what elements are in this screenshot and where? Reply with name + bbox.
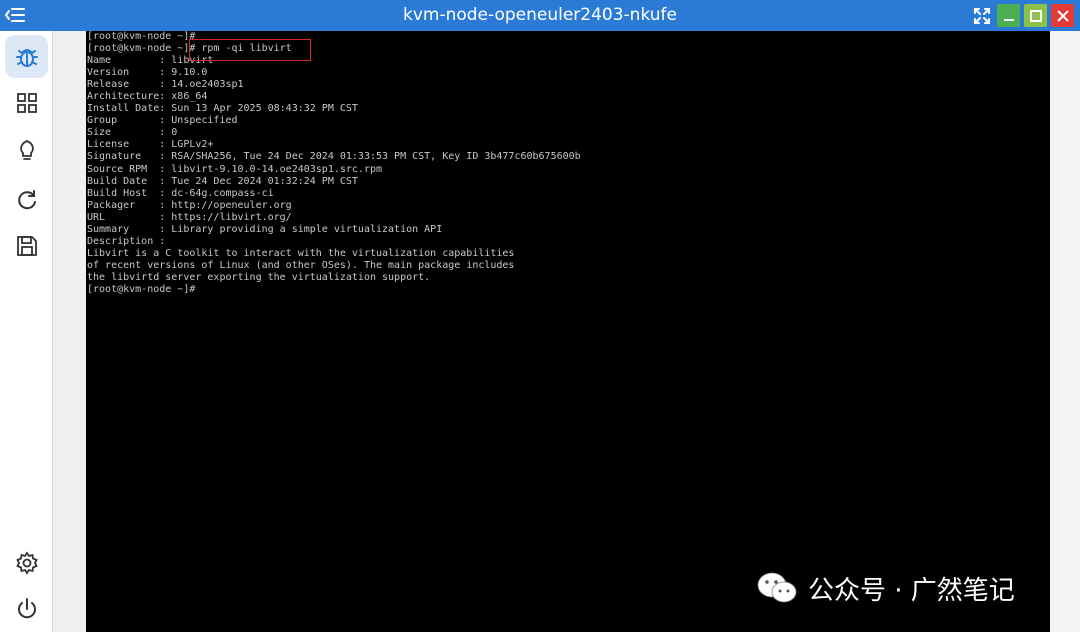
sidebar-item-apps[interactable]	[5, 81, 48, 124]
maximize-button[interactable]	[1024, 4, 1047, 27]
terminal-line: License : LGPLv2+	[87, 139, 214, 151]
terminal-line: [root@kvm-node ~]#	[87, 31, 196, 42]
terminal-line: Group : Unspecified	[87, 115, 238, 127]
terminal-line: Packager : http://openeuler.org	[87, 199, 292, 211]
terminal-line: Install Date: Sun 13 Apr 2025 08:43:32 P…	[87, 103, 358, 115]
bug-icon	[15, 48, 38, 67]
maximize-icon	[1029, 9, 1042, 22]
sidebar-item-power[interactable]	[5, 587, 48, 630]
command-highlight-box	[189, 39, 311, 61]
close-icon	[1056, 9, 1069, 22]
terminal-line: Release : 14.oe2403sp1	[87, 79, 244, 91]
window-controls	[970, 4, 1074, 27]
save-icon	[16, 235, 37, 256]
terminal-line: Name : libvirt	[87, 55, 214, 67]
terminal-screen[interactable]: [root@kvm-node ~]# [root@kvm-node ~]# rpm…	[86, 31, 1050, 632]
grid-icon	[16, 92, 37, 113]
minimize-button[interactable]	[997, 4, 1020, 27]
terminal-line: URL : https://libvirt.org/	[87, 211, 292, 223]
terminal-line: of recent versions of Linux (and other O…	[87, 259, 515, 271]
sidebar	[0, 31, 53, 632]
refresh-icon	[17, 189, 36, 209]
terminal-line: Version : 9.10.0	[87, 67, 208, 79]
sidebar-item-settings[interactable]	[5, 541, 48, 584]
fullscreen-icon	[973, 7, 990, 24]
terminal-line: the libvirtd server exporting the virtua…	[87, 271, 431, 283]
fullscreen-button[interactable]	[970, 4, 993, 27]
terminal-output: [root@kvm-node ~]# [root@kvm-node ~]# rpm…	[87, 31, 581, 296]
terminal-line: Build Host : dc-64g.compass-ci	[87, 187, 274, 199]
sidebar-item-save[interactable]	[5, 224, 48, 267]
close-button[interactable]	[1051, 4, 1074, 27]
terminal-line: Summary : Library providing a simple vir…	[87, 223, 443, 235]
wechat-icon	[757, 572, 797, 603]
lightbulb-icon	[19, 139, 34, 160]
minimize-icon	[1003, 18, 1014, 21]
terminal-line: Size : 0	[87, 127, 178, 139]
terminal-line: Source RPM : libvirt-9.10.0-14.oe2403sp1…	[87, 163, 383, 175]
terminal-line: Description :	[87, 235, 166, 247]
terminal-line: Libvirt is a C toolkit to interact with …	[87, 247, 515, 259]
title-bar: kvm-node-openeuler2403-nkufe	[0, 0, 1080, 31]
right-margin	[1050, 31, 1080, 632]
sidebar-item-debug[interactable]	[5, 35, 48, 78]
watermark-text: 公众号 · 广然笔记	[808, 575, 1015, 606]
terminal-line: Architecture: x86_64	[87, 91, 208, 103]
sidebar-item-refresh[interactable]	[5, 178, 48, 221]
terminal-line: Build Date : Tue 24 Dec 2024 01:32:24 PM…	[87, 175, 358, 187]
sidebar-item-tips[interactable]	[5, 128, 48, 171]
window-title: kvm-node-openeuler2403-nkufe	[402, 5, 678, 25]
gear-icon	[15, 550, 38, 575]
terminal-line: [root@kvm-node ~]#	[87, 283, 196, 295]
terminal-line: Signature : RSA/SHA256, Tue 24 Dec 2024 …	[87, 151, 581, 163]
watermark: 公众号 · 广然笔记	[756, 568, 1015, 608]
terminal-line: [root@kvm-node ~]# rpm -qi libvirt	[87, 43, 292, 55]
power-icon	[17, 597, 36, 618]
